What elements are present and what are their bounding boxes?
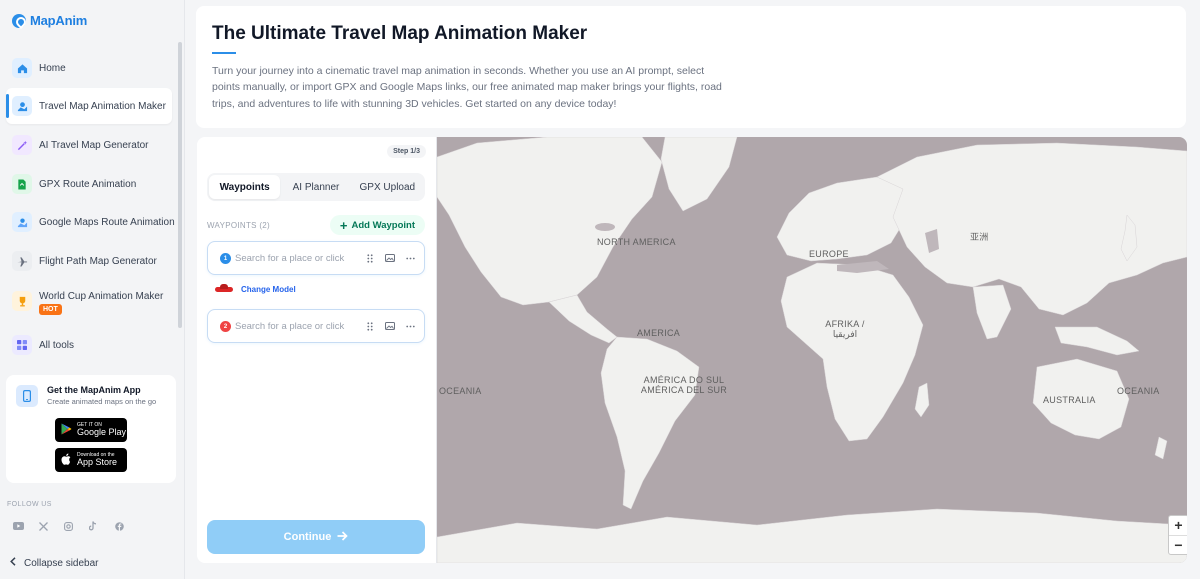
trophy-icon [12,291,32,311]
zoom-out-button[interactable]: − [1169,534,1187,555]
map-label-america: AMERICA [637,328,681,338]
sidebar-item-label: All tools [39,339,75,351]
sidebar-item-ai-travel-map-generator[interactable]: AI Travel Map Generator [6,127,172,163]
sidebar-item-label: Google Maps Route Animation [39,216,175,228]
collapse-sidebar-label: Collapse sidebar [24,557,99,569]
apple-icon [59,453,73,468]
app-card-subtitle: Create animated maps on the go [47,397,157,406]
sidebar-scrollbar[interactable] [178,42,182,328]
sidebar-item-label: Travel Map Animation Maker [39,100,166,112]
sidebar-item-google-maps-route-animation[interactable]: Google Maps Route Animation [6,204,175,240]
follow-us-label: FOLLOW US [7,501,52,508]
sidebar-item-home[interactable]: Home [6,50,172,86]
page-title: The Ultimate Travel Map Animation Maker [212,23,588,44]
map-label-north-america: NORTH AMERICA [597,237,676,247]
step-indicator: Step 1/3 [387,145,426,158]
add-waypoint-button[interactable]: + Add Waypoint [329,215,425,235]
image-icon[interactable] [384,252,396,264]
change-model-button[interactable]: Change Model [215,284,296,294]
waypoint-row: 2 [207,309,425,343]
phone-icon [16,385,38,407]
sidebar: MapAnim Home Travel Map Animation Maker … [0,0,185,579]
brand-logo[interactable]: MapAnim [12,13,87,28]
plus-icon: + [339,217,348,233]
sidebar-item-label: GPX Route Animation [39,178,137,190]
sidebar-item-gpx-route-animation[interactable]: GPX Route Animation [6,166,172,202]
waypoints-count-label: WAYPOINTS (2) [207,221,271,230]
sidebar-item-all-tools[interactable]: All tools [6,327,172,363]
drag-handle-icon[interactable] [364,252,376,264]
drag-handle-icon[interactable] [364,320,376,332]
zoom-control: + − [1168,515,1187,555]
car-model-icon [215,284,233,294]
magic-wand-icon [12,135,32,155]
brand-name: MapAnim [30,13,88,28]
map-label-australia: AUSTRALIA [1043,395,1096,405]
map-pin-icon [12,96,32,116]
waypoint-marker-icon: 2 [220,321,231,332]
logo-icon [12,13,26,28]
map-label-asia: 亚洲 [970,232,989,242]
app-card-title: Get the MapAnim App [47,385,141,395]
waypoint-marker-icon: 1 [220,253,231,264]
gpx-file-icon [12,174,32,194]
sidebar-item-flight-path-map-generator[interactable]: Flight Path Map Generator [6,243,172,279]
page-description: Turn your journey into a cinematic trave… [212,65,722,110]
map-label-oceania-west: OCEANIA [439,386,482,396]
facebook-icon[interactable] [112,520,126,532]
more-options-icon[interactable] [404,252,416,264]
arrow-right-icon [337,530,349,544]
image-icon[interactable] [384,320,396,332]
waypoints-panel: Step 1/3 Waypoints AI Planner GPX Upload… [197,137,437,563]
sidebar-item-label: Home [39,62,66,74]
waypoint-search-input[interactable] [235,250,355,266]
world-map[interactable]: NORTH AMERICA EUROPE 亚洲 AMERICA AFRIKA /… [437,137,1187,563]
continue-button[interactable]: Continue [207,520,425,554]
tab-gpx-upload[interactable]: GPX Upload [352,175,423,199]
instagram-icon[interactable] [61,520,75,532]
title-underline [212,52,236,54]
tab-waypoints[interactable]: Waypoints [209,175,281,199]
sidebar-item-label: World Cup Animation Maker [39,291,164,302]
map-canvas [437,137,1187,563]
sidebar-item-world-cup-animation-maker[interactable]: World Cup Animation Maker HOT [6,282,172,322]
plane-icon [12,251,32,271]
app-store-button[interactable]: Download on the App Store [55,448,127,472]
grid-icon [12,335,32,355]
x-icon[interactable] [36,520,50,532]
map-label-south-america: AMÉRICA DO SUL AMÉRICA DEL SUR [640,375,728,396]
hot-badge: HOT [39,304,62,315]
map-label-oceania-east: OCEANIA [1117,386,1160,396]
youtube-icon[interactable] [11,520,25,532]
sidebar-item-travel-map-animation-maker[interactable]: Travel Map Animation Maker [6,88,172,124]
home-icon [12,58,32,78]
sidebar-item-label: AI Travel Map Generator [39,139,149,151]
waypoint-row: 1 [207,241,425,275]
collapse-sidebar-button[interactable]: Collapse sidebar [10,557,99,569]
route-icon [12,212,32,232]
zoom-in-button[interactable]: + [1169,516,1187,535]
waypoint-search-input[interactable] [235,318,355,334]
tiktok-icon[interactable] [86,520,100,532]
mode-tabs: Waypoints AI Planner GPX Upload [207,173,425,201]
google-play-icon [59,423,73,438]
intro-card: The Ultimate Travel Map Animation Maker … [196,6,1186,128]
app-download-card: Get the MapAnim App Create animated maps… [6,375,176,483]
tab-ai-planner[interactable]: AI Planner [280,175,351,199]
google-play-button[interactable]: GET IT ON Google Play [55,418,127,442]
more-options-icon[interactable] [404,320,416,332]
sidebar-item-label: Flight Path Map Generator [39,255,157,267]
map-label-africa: AFRIKA / افريقيا [825,319,865,340]
chevron-left-icon [10,557,16,569]
map-label-europe: EUROPE [809,249,849,259]
